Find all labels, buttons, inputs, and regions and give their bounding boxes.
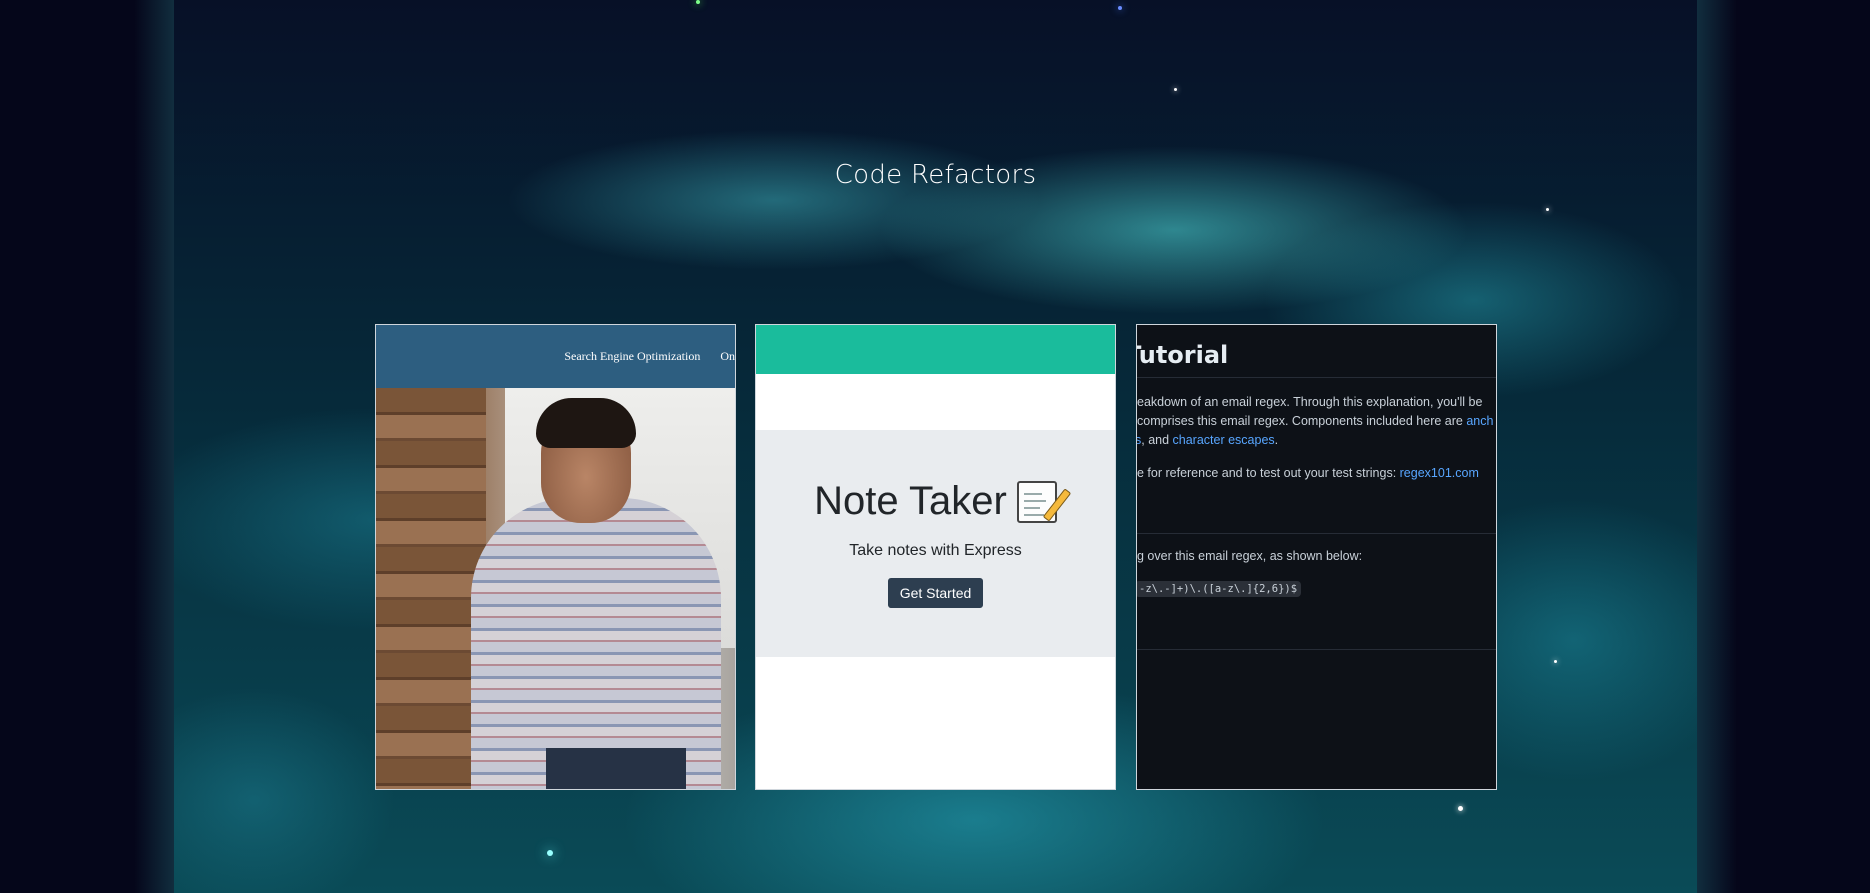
anchors-link[interactable]: anch [1466, 414, 1493, 428]
page-title: Code Refactors [834, 160, 1037, 190]
note-taker-spacer [756, 374, 1115, 430]
tutorial-text: comprises this email regex. Components i… [1137, 414, 1467, 428]
tutorial-paragraph-line: s, and character escapes. [1137, 433, 1279, 447]
star [1458, 806, 1463, 811]
tutorial-paragraph-line: e for reference and to test out your tes… [1137, 466, 1479, 480]
project-card-regex-tutorial[interactable]: Tutorial eakdown of an email regex. Thro… [1136, 324, 1497, 790]
note-taker-title: Note Taker [814, 479, 1072, 524]
seo-hero-photo [376, 388, 735, 789]
tutorial-text: . [1274, 433, 1279, 447]
regex101-link[interactable]: regex101.com [1400, 466, 1479, 480]
person-hair [536, 398, 636, 448]
wood-wall [376, 388, 486, 789]
tutorial-paragraph-line: comprises this email regex. Components i… [1137, 414, 1493, 428]
get-started-button[interactable]: Get Started [887, 578, 984, 608]
star [1118, 6, 1122, 10]
note-taker-navbar [756, 325, 1115, 374]
left-edge-glow [134, 0, 174, 893]
note-taker-subtitle: Take notes with Express [849, 542, 1022, 559]
project-card-seo[interactable]: Search Engine Optimization On [375, 324, 736, 790]
tutorial-paragraph-line: eakdown of an email regex. Through this … [1137, 395, 1483, 409]
star [1174, 88, 1177, 91]
divider [1137, 533, 1496, 534]
person-jeans [546, 748, 686, 789]
tutorial-heading: Tutorial [1137, 341, 1229, 369]
tutorial-paragraph-line: g over this email regex, as shown below: [1137, 549, 1363, 563]
divider [1137, 377, 1496, 378]
person-shirt [471, 498, 721, 789]
star [1554, 660, 1557, 663]
project-card-note-taker[interactable]: Note Taker Take notes with Express Get S… [755, 324, 1116, 790]
tutorial-text: e for reference and to test out your tes… [1137, 466, 1400, 480]
seo-nav-item: Search Engine Optimization [564, 349, 701, 363]
right-edge-glow [1697, 0, 1737, 893]
star [1546, 208, 1549, 211]
note-taker-jumbotron: Note Taker Take notes with Express Get S… [756, 430, 1115, 657]
divider [1137, 649, 1496, 650]
character-escapes-link[interactable]: character escapes [1173, 433, 1275, 447]
star [547, 850, 553, 856]
seo-nav-bar: Search Engine Optimization On [376, 325, 735, 388]
note-taker-title-text: Note Taker [814, 479, 1007, 523]
star [696, 0, 700, 4]
regex-code-snippet: -z\.-]+)\.([a-z\.]{2,6})$ [1137, 581, 1302, 597]
seo-nav-item: On [720, 349, 735, 363]
tutorial-text: , and [1141, 433, 1173, 447]
memo-icon [1016, 480, 1072, 523]
